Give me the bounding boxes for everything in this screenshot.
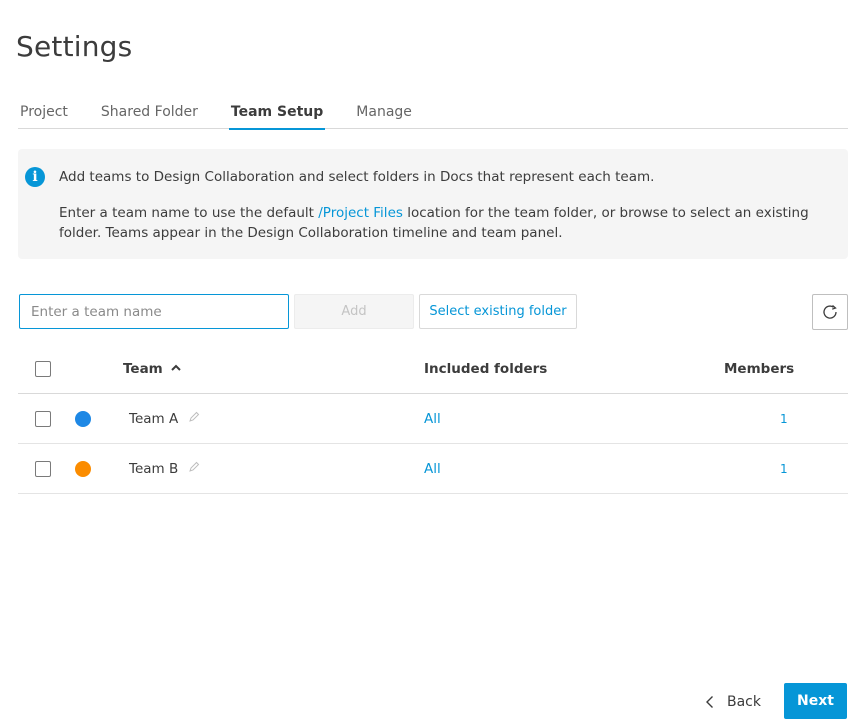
members-count-link[interactable]: 1 <box>780 412 788 426</box>
back-button[interactable]: Back <box>705 685 761 719</box>
included-folders-link[interactable]: All <box>424 461 441 477</box>
info-text-secondary: Enter a team name to use the default /Pr… <box>59 203 844 243</box>
team-color-dot <box>75 411 91 427</box>
column-header-team[interactable]: Team <box>123 361 163 377</box>
column-header-included-folders: Included folders <box>424 361 548 377</box>
chevron-left-icon <box>706 696 713 708</box>
info-icon: i <box>25 167 45 187</box>
back-label: Back <box>727 694 761 710</box>
row-checkbox[interactable] <box>35 411 51 427</box>
team-name: Team A <box>129 411 179 427</box>
select-all-checkbox[interactable] <box>35 361 51 377</box>
tab-team-setup[interactable]: Team Setup <box>228 96 326 130</box>
team-name-input[interactable] <box>19 294 289 329</box>
table-row: Team A All 1 <box>18 394 848 444</box>
select-existing-folder-button[interactable]: Select existing folder <box>419 294 577 329</box>
tab-manage[interactable]: Manage <box>354 96 414 129</box>
info-text-prefix: Enter a team name to use the default <box>59 205 319 221</box>
settings-tabs: Project Shared Folder Team Setup Manage <box>18 96 848 130</box>
refresh-button[interactable] <box>812 294 848 330</box>
next-button[interactable]: Next <box>784 683 847 719</box>
pencil-icon[interactable] <box>188 411 200 423</box>
teams-table: Team Included folders Members Team A All… <box>18 344 848 494</box>
column-header-members: Members <box>724 361 795 377</box>
included-folders-link[interactable]: All <box>424 411 441 427</box>
tab-shared-folder[interactable]: Shared Folder <box>99 96 200 129</box>
add-team-button[interactable]: Add <box>294 294 414 329</box>
row-checkbox[interactable] <box>35 461 51 477</box>
info-text-primary: Add teams to Design Collaboration and se… <box>59 169 655 185</box>
table-row: Team B All 1 <box>18 444 848 494</box>
team-name: Team B <box>129 461 179 477</box>
table-header-row: Team Included folders Members <box>18 344 848 394</box>
members-count-link[interactable]: 1 <box>780 462 788 476</box>
refresh-icon <box>823 305 837 319</box>
tab-project[interactable]: Project <box>18 96 70 129</box>
pencil-icon[interactable] <box>188 461 200 473</box>
team-color-dot <box>75 461 91 477</box>
page-title: Settings <box>16 30 133 63</box>
info-banner: i Add teams to Design Collaboration and … <box>18 149 848 259</box>
project-files-link[interactable]: /Project Files <box>318 205 403 221</box>
sort-ascending-icon[interactable] <box>170 362 182 374</box>
